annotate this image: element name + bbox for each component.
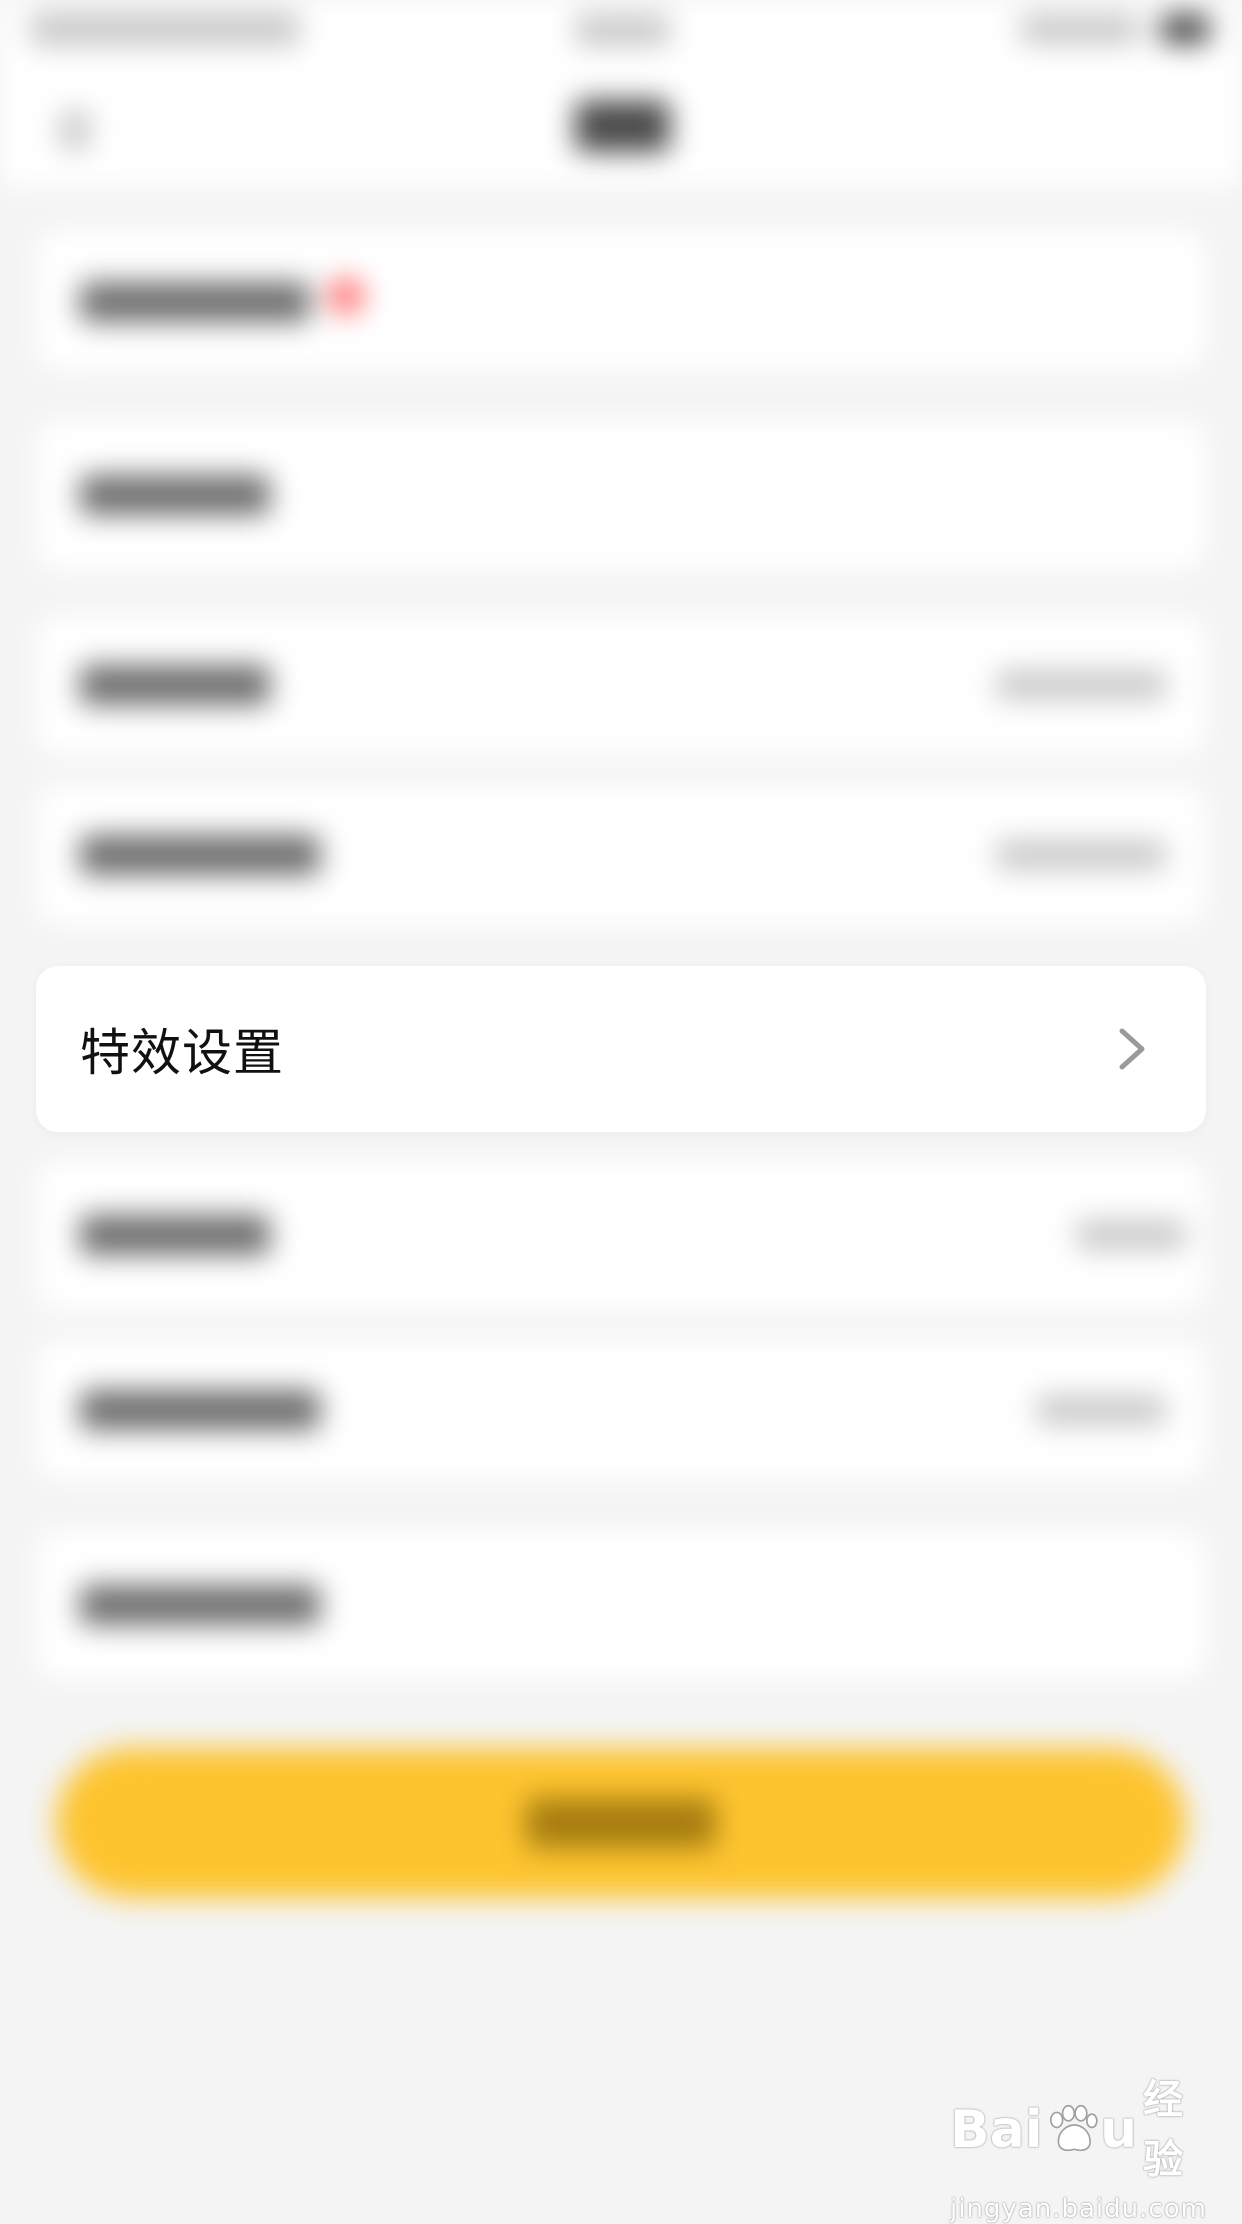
- status-indicators-blur: [1020, 14, 1140, 44]
- settings-row-3[interactable]: [36, 615, 1206, 755]
- watermark-brand-left: Bai: [950, 2100, 1043, 2160]
- primary-action-button[interactable]: [56, 1748, 1186, 1898]
- row-label-blur: [80, 475, 270, 515]
- red-badge: [328, 278, 364, 314]
- settings-row-1[interactable]: [36, 230, 1206, 370]
- row-label-blur: [80, 1390, 320, 1430]
- row-value-blur: [996, 670, 1166, 700]
- row-label-blur: [80, 1585, 320, 1625]
- watermark-brand-right: u: [1100, 2100, 1138, 2160]
- watermark-brand-cn: 经验: [1143, 2077, 1184, 2183]
- baidu-jingyan-watermark: Bai u 经验 jingyan.baidu.com: [950, 2070, 1210, 2224]
- row-label-blur: [80, 835, 320, 875]
- button-label-blur: [526, 1798, 716, 1848]
- row-label-blur: [80, 665, 270, 705]
- chevron-right-icon: [1119, 1028, 1145, 1070]
- back-icon[interactable]: [60, 110, 90, 150]
- row-label-blur: [80, 1215, 270, 1255]
- watermark-brand: Bai u 经验: [950, 2070, 1210, 2190]
- row-value-blur: [1036, 1395, 1166, 1425]
- settings-row-2[interactable]: [36, 420, 1206, 570]
- settings-row-4[interactable]: [36, 785, 1206, 925]
- settings-row-effects[interactable]: 特效设置: [36, 966, 1206, 1132]
- status-carrier-blur: [30, 12, 300, 46]
- battery-icon: [1160, 14, 1210, 44]
- row-value-blur: [996, 840, 1166, 870]
- status-time-blur: [575, 14, 670, 46]
- status-bar: [0, 0, 1242, 66]
- settings-row-7[interactable]: [36, 1340, 1206, 1480]
- page-title-blur: [575, 100, 670, 152]
- watermark-url: jingyan.baidu.com: [950, 2194, 1207, 2224]
- baidu-paw-icon: [1049, 2104, 1098, 2152]
- nav-bar: [0, 66, 1242, 186]
- settings-row-8[interactable]: [36, 1530, 1206, 1680]
- effects-settings-label: 特效设置: [80, 1024, 284, 1082]
- settings-row-6[interactable]: [36, 1160, 1206, 1310]
- row-value-blur: [1076, 1220, 1186, 1250]
- row-label-blur: [80, 282, 310, 322]
